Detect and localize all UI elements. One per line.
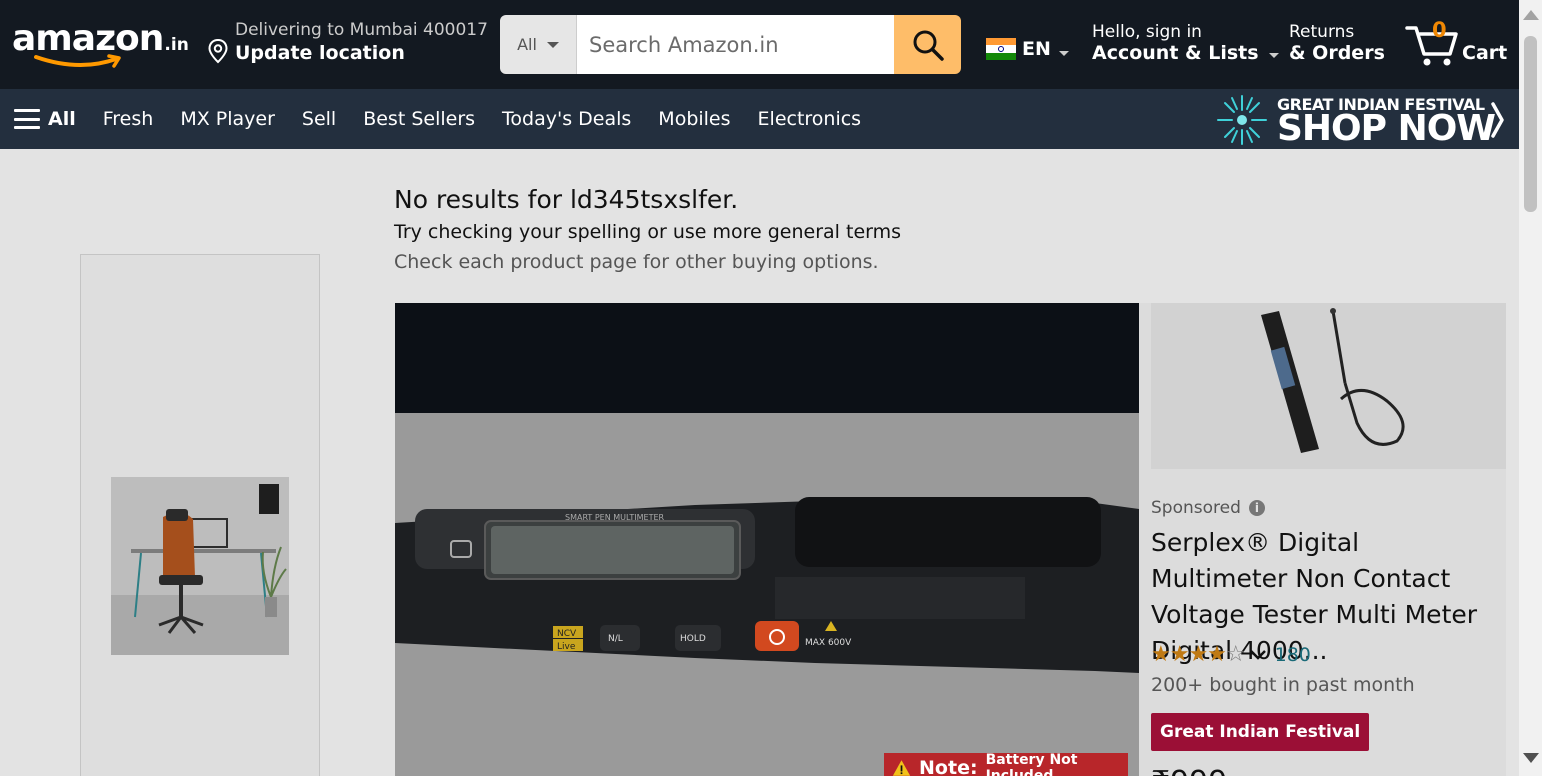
- deal-badge: Great Indian Festival: [1151, 713, 1370, 751]
- returns-orders-link[interactable]: Returns & Orders: [1289, 22, 1385, 64]
- cart-label: Cart: [1462, 42, 1508, 64]
- firework-icon: [1217, 95, 1267, 145]
- info-icon[interactable]: i: [1248, 500, 1265, 516]
- account-menu[interactable]: Hello, sign in Account & Lists: [1092, 22, 1279, 64]
- warning-icon: [892, 760, 911, 776]
- logo-tld: .in: [164, 35, 189, 55]
- left-ad-panel[interactable]: [80, 254, 320, 776]
- chevron-down-icon: [1249, 649, 1266, 660]
- search-category-select[interactable]: All: [500, 15, 577, 74]
- results-area: No results for ld345tsxslfer. Try checki…: [0, 149, 1519, 776]
- returns-label: Returns: [1289, 22, 1355, 42]
- no-results-heading: No results for ld345tsxslfer.: [394, 185, 739, 214]
- sponsored-label: Sponsored: [1151, 498, 1241, 518]
- multimeter-product-image: [1261, 308, 1405, 453]
- search-input[interactable]: [577, 15, 894, 74]
- nav-item-fresh[interactable]: Fresh: [103, 108, 154, 130]
- sub-nav-items: All Fresh MX Player Sell Best Sellers To…: [14, 89, 888, 149]
- update-location-link[interactable]: Update location: [235, 42, 405, 64]
- star-rating-icon: ★★★★☆: [1151, 642, 1246, 667]
- orders-label: & Orders: [1289, 42, 1385, 64]
- bought-count: 200+ bought in past month: [1151, 674, 1415, 696]
- office-chair-image: [111, 477, 289, 655]
- amazon-logo[interactable]: amazon.in: [12, 18, 189, 68]
- sub-nav: All Fresh MX Player Sell Best Sellers To…: [0, 89, 1519, 149]
- sponsored-video[interactable]: SMART PEN MULTIMETER NCV Live N/L HOLD M…: [395, 303, 1139, 776]
- nav-item-sell[interactable]: Sell: [302, 108, 336, 130]
- rating-row[interactable]: ★★★★☆ 180: [1151, 642, 1311, 667]
- festival-promo-banner[interactable]: GREAT INDIAN FESTIVAL SHOP NOW: [1214, 92, 1514, 149]
- cart-count: 0: [1432, 18, 1447, 42]
- caret-down-icon: [546, 41, 559, 48]
- top-nav: amazon.in Delivering to Mumbai 400017 Up…: [0, 0, 1519, 89]
- india-flag-icon: [986, 38, 1016, 60]
- nav-item-todays-deals[interactable]: Today's Deals: [502, 108, 631, 130]
- all-label: All: [48, 108, 76, 130]
- battery-note-banner: Note: Battery Not Included: [884, 752, 1128, 776]
- nl-button-label: N/L: [608, 634, 623, 644]
- deliver-line1: Delivering to Mumbai 400017: [235, 20, 488, 40]
- language-code: EN: [1022, 38, 1051, 60]
- cart-link[interactable]: 0 Cart: [1404, 18, 1509, 70]
- multimeter-video-frame: SMART PEN MULTIMETER NCV Live N/L HOLD M…: [395, 413, 1139, 776]
- smile-icon: [34, 54, 121, 68]
- product-image[interactable]: [1151, 303, 1506, 469]
- search-icon: [913, 30, 944, 61]
- spelling-hint: Try checking your spelling or use more g…: [394, 221, 902, 243]
- all-menu-button[interactable]: All: [14, 108, 76, 130]
- note-label: Note:: [919, 757, 978, 776]
- location-pin-icon: [208, 38, 228, 64]
- search-category-label: All: [517, 35, 537, 54]
- account-lists-row: Account & Lists: [1092, 42, 1279, 64]
- search-bar: All: [500, 15, 961, 74]
- sponsored-label-row: Sponsored i: [1151, 498, 1265, 518]
- search-button[interactable]: [894, 15, 961, 74]
- account-lists-label: Account & Lists: [1092, 42, 1259, 64]
- rating-count-link[interactable]: 180: [1275, 644, 1311, 666]
- sponsored-product-card: Sponsored i Serplex® Digital Multimeter …: [1139, 303, 1506, 776]
- multimeter-pen-image: SMART PEN MULTIMETER NCV Live N/L HOLD M…: [395, 497, 1139, 673]
- nav-item-best-sellers[interactable]: Best Sellers: [363, 108, 475, 130]
- nav-item-mobiles[interactable]: Mobiles: [658, 108, 730, 130]
- hamburger-icon: [14, 109, 40, 129]
- ncv-label: NCV: [557, 629, 577, 639]
- price: ₹999: [1151, 765, 1227, 776]
- logo-text: amazon: [12, 18, 164, 59]
- device-brand-text: SMART PEN MULTIMETER: [565, 513, 665, 522]
- note-text: Battery Not Included: [985, 752, 1078, 776]
- max-voltage-label: MAX 600V: [805, 638, 852, 648]
- hold-button-label: HOLD: [680, 634, 706, 644]
- buying-options-hint: Check each product page for other buying…: [394, 251, 879, 273]
- nav-item-mx-player[interactable]: MX Player: [180, 108, 275, 130]
- live-label: Live: [557, 642, 576, 652]
- account-greeting: Hello, sign in: [1092, 22, 1202, 42]
- promo-line2: SHOP NOW: [1277, 108, 1496, 149]
- caret-down-icon: [1268, 52, 1279, 58]
- chevron-right-icon: [1491, 102, 1504, 138]
- caret-down-icon: [1058, 50, 1069, 56]
- office-chair-ad-image[interactable]: [111, 477, 289, 655]
- scroll-thumb[interactable]: [1524, 36, 1537, 212]
- nav-item-electronics[interactable]: Electronics: [758, 108, 862, 130]
- scroll-up-arrow-icon[interactable]: [1523, 10, 1539, 20]
- scroll-down-arrow-icon[interactable]: [1523, 753, 1539, 763]
- page-scrollbar[interactable]: [1519, 0, 1542, 776]
- language-selector[interactable]: EN: [986, 38, 1069, 60]
